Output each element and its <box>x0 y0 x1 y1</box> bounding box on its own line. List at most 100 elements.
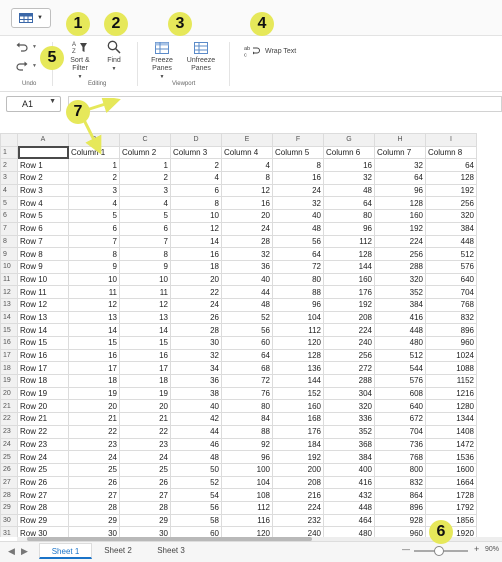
cell[interactable]: 6 <box>68 221 120 236</box>
cell[interactable]: 400 <box>323 462 375 477</box>
cell[interactable]: 20 <box>68 399 120 414</box>
cell[interactable]: 304 <box>323 386 375 401</box>
cell[interactable]: 32 <box>272 196 324 211</box>
cell[interactable]: Row 28 <box>17 500 69 515</box>
cell[interactable]: 26 <box>68 475 120 490</box>
cell[interactable]: 448 <box>323 500 375 515</box>
cell[interactable]: 272 <box>323 361 375 376</box>
cell[interactable]: 384 <box>374 297 426 312</box>
cell[interactable]: 28 <box>68 500 120 515</box>
cell[interactable]: 1280 <box>425 399 477 414</box>
cell[interactable]: Row 8 <box>17 247 69 261</box>
cell[interactable]: 19 <box>68 386 120 401</box>
cell[interactable]: 17 <box>68 361 120 376</box>
cell[interactable]: 224 <box>323 323 375 337</box>
undo-button[interactable]: ▼ <box>16 42 37 55</box>
column-header[interactable]: I <box>425 133 477 147</box>
cell[interactable]: 92 <box>221 437 273 452</box>
cell[interactable]: Row 13 <box>17 310 69 325</box>
view-toggle-button[interactable]: ▼ <box>11 8 51 28</box>
cell[interactable]: 448 <box>425 234 477 249</box>
cell[interactable]: 288 <box>323 374 375 388</box>
cell[interactable]: 3 <box>119 183 171 198</box>
cell[interactable]: 216 <box>272 488 324 502</box>
cell[interactable]: 256 <box>374 247 426 261</box>
cell[interactable]: 512 <box>425 247 477 261</box>
cell[interactable]: 1792 <box>425 500 477 515</box>
cell[interactable]: 16 <box>68 348 120 363</box>
cell[interactable]: Row 26 <box>17 475 69 490</box>
cell[interactable]: 14 <box>119 323 171 337</box>
cell[interactable]: 24 <box>170 297 222 312</box>
cell[interactable]: Row 22 <box>17 424 69 439</box>
cell[interactable]: 22 <box>170 285 222 299</box>
cell[interactable]: 80 <box>323 209 375 223</box>
cell[interactable]: 8 <box>170 196 222 211</box>
cell[interactable]: 672 <box>374 412 426 426</box>
cell[interactable]: 240 <box>272 526 324 537</box>
cell[interactable]: 56 <box>170 500 222 515</box>
cell[interactable]: Row 30 <box>17 526 69 537</box>
cell[interactable]: 128 <box>425 171 477 185</box>
cell[interactable]: Row 10 <box>17 272 69 287</box>
cell[interactable]: 38 <box>170 386 222 401</box>
prev-sheet-icon[interactable]: ◀ <box>8 546 15 557</box>
cell[interactable]: 1600 <box>425 462 477 477</box>
cell[interactable]: 13 <box>119 310 171 325</box>
cell[interactable]: Row 9 <box>17 259 69 274</box>
cell[interactable]: 1216 <box>425 386 477 401</box>
cell[interactable]: Column 4 <box>221 145 273 160</box>
cell[interactable]: 128 <box>374 196 426 211</box>
cell[interactable]: 10 <box>119 272 171 287</box>
cell[interactable]: 58 <box>170 513 222 528</box>
cell[interactable]: Row 24 <box>17 450 69 464</box>
cell[interactable]: 640 <box>374 399 426 414</box>
cell[interactable]: 5 <box>68 209 120 223</box>
cell[interactable]: 48 <box>221 297 273 312</box>
cell[interactable]: 42 <box>170 412 222 426</box>
cell[interactable]: 18 <box>170 259 222 274</box>
cell[interactable]: 116 <box>221 513 273 528</box>
cell[interactable]: 40 <box>221 272 273 287</box>
cell[interactable]: 320 <box>425 209 477 223</box>
column-header[interactable]: A <box>17 133 69 147</box>
cell[interactable]: 96 <box>272 297 324 312</box>
cell[interactable]: 832 <box>425 310 477 325</box>
cell[interactable]: 88 <box>272 285 324 299</box>
cell[interactable]: 64 <box>323 196 375 211</box>
cell[interactable]: Row 20 <box>17 399 69 414</box>
column-header[interactable]: E <box>221 133 273 147</box>
cell[interactable]: 36 <box>170 374 222 388</box>
cell[interactable]: 56 <box>272 234 324 249</box>
cell[interactable]: 192 <box>323 297 375 312</box>
cell[interactable]: 36 <box>221 259 273 274</box>
cell[interactable]: 192 <box>272 450 324 464</box>
cell[interactable]: 128 <box>323 247 375 261</box>
cell[interactable]: 84 <box>221 412 273 426</box>
column-header[interactable]: F <box>272 133 324 147</box>
cell[interactable]: 20 <box>119 399 171 414</box>
cell[interactable]: 4 <box>221 158 273 173</box>
cell[interactable]: 13 <box>68 310 120 325</box>
cell[interactable]: 23 <box>68 437 120 452</box>
cell[interactable]: 480 <box>323 526 375 537</box>
cell[interactable]: 20 <box>170 272 222 287</box>
cell[interactable]: 544 <box>374 361 426 376</box>
cell[interactable]: 112 <box>221 500 273 515</box>
cell[interactable]: 2 <box>170 158 222 173</box>
cell[interactable]: 240 <box>323 336 375 350</box>
cell[interactable]: 40 <box>272 209 324 223</box>
cell[interactable]: 176 <box>323 285 375 299</box>
cell[interactable]: 2 <box>68 171 120 185</box>
cell[interactable]: 192 <box>425 183 477 198</box>
cell[interactable]: 76 <box>221 386 273 401</box>
cell[interactable]: 208 <box>272 475 324 490</box>
cell[interactable]: 368 <box>323 437 375 452</box>
cell[interactable]: 14 <box>170 234 222 249</box>
cell[interactable]: 25 <box>119 462 171 477</box>
cell[interactable]: 384 <box>425 221 477 236</box>
cell[interactable]: 704 <box>374 424 426 439</box>
cell[interactable]: 200 <box>272 462 324 477</box>
cell[interactable]: 320 <box>323 399 375 414</box>
cell[interactable]: 5 <box>119 209 171 223</box>
